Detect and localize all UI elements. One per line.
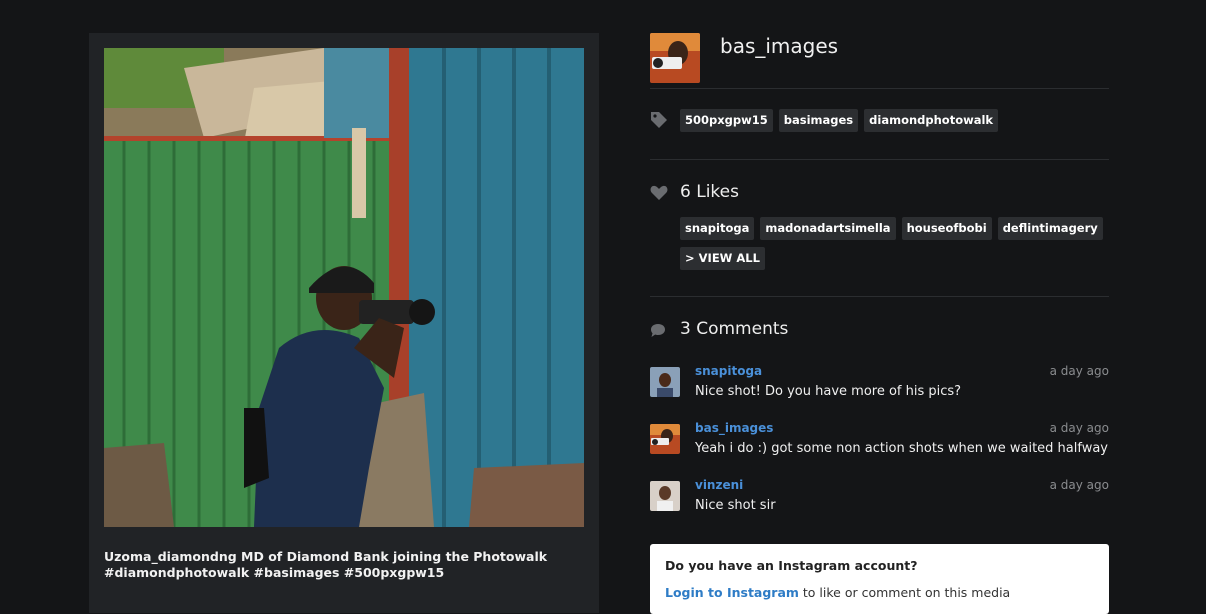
tags-section: 500pxgpw15 basimages diamondphotowalk xyxy=(650,89,1109,160)
photo-card: Uzoma_diamondng MD of Diamond Bank joini… xyxy=(89,33,599,613)
speech-bubble-icon xyxy=(651,324,665,337)
post-caption: Uzoma_diamondng MD of Diamond Bank joini… xyxy=(104,549,548,580)
tag-chip[interactable]: basimages xyxy=(778,109,859,132)
commenter-avatar[interactable] xyxy=(650,367,680,397)
likes-count: 6 Likes xyxy=(680,182,739,202)
view-all-row: > VIEW ALL xyxy=(680,247,771,270)
commenter-avatar[interactable] xyxy=(650,424,680,454)
comment-timestamp: a day ago xyxy=(1049,364,1109,378)
instagram-login-hint: to like or comment on this media xyxy=(798,585,1011,600)
liker-chip[interactable]: houseofbobi xyxy=(901,217,992,240)
likes-section: 6 Likes snapitoga madonadartsimella houseo… xyxy=(650,160,1109,297)
comment-username[interactable]: vinzeni xyxy=(695,478,743,492)
comment-item: bas_images a day ago Yeah i do :) got so… xyxy=(650,421,1109,474)
avatar-image xyxy=(650,424,680,454)
comment-username[interactable]: bas_images xyxy=(695,421,773,435)
tag-chip[interactable]: 500pxgpw15 xyxy=(680,109,773,132)
login-to-instagram-link[interactable]: Login to Instagram xyxy=(665,585,799,600)
tag-icon xyxy=(651,112,667,128)
photo-illustration xyxy=(104,48,584,527)
comment-timestamp: a day ago xyxy=(1049,421,1109,435)
comment-timestamp: a day ago xyxy=(1049,478,1109,492)
view-all-likes-button[interactable]: > VIEW ALL xyxy=(680,247,765,270)
post-photo[interactable] xyxy=(104,48,584,527)
liker-chip[interactable]: snapitoga xyxy=(680,217,755,240)
instagram-login-line: Login to Instagram to like or comment on… xyxy=(665,585,1010,600)
comment-text: Yeah i do :) got some non action shots w… xyxy=(695,441,1109,456)
comment-text: Nice shot sir xyxy=(695,498,776,513)
author-header: bas_images xyxy=(650,33,1109,89)
heart-icon xyxy=(650,185,668,200)
comments-section: 3 Comments snapitoga a day ago Nice shot… xyxy=(650,297,1109,557)
avatar-image xyxy=(650,367,680,397)
avatar-image xyxy=(650,481,680,511)
comments-count: 3 Comments xyxy=(680,319,789,339)
liker-chip[interactable]: madonadartsimella xyxy=(760,217,896,240)
instagram-question: Do you have an Instagram account? xyxy=(665,558,918,573)
comment-username[interactable]: snapitoga xyxy=(695,364,762,378)
instagram-login-prompt: Do you have an Instagram account? Login … xyxy=(650,544,1109,614)
avatar-image xyxy=(650,33,700,83)
comment-text: Nice shot! Do you have more of his pics? xyxy=(695,384,962,399)
author-avatar[interactable] xyxy=(650,33,700,83)
liker-chip[interactable]: deflintimagery xyxy=(997,217,1103,240)
commenter-avatar[interactable] xyxy=(650,481,680,511)
comment-item: snapitoga a day ago Nice shot! Do you ha… xyxy=(650,364,1109,417)
likers-list: snapitoga madonadartsimella houseofbobi def… xyxy=(680,217,1109,240)
tag-chip[interactable]: diamondphotowalk xyxy=(864,109,999,132)
post-details: bas_images 500pxgpw15 basimages diamondpho… xyxy=(650,33,1109,557)
tags-list: 500pxgpw15 basimages diamondphotowalk xyxy=(680,109,1004,132)
comment-item: vinzeni a day ago Nice shot sir xyxy=(650,478,1109,531)
author-username[interactable]: bas_images xyxy=(720,33,838,59)
